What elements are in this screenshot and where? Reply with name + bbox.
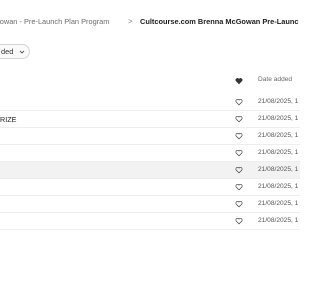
row-date-added: 21/08/2025, 1 [258, 183, 299, 190]
row-date-added: 21/08/2025, 1 [258, 217, 299, 224]
row-date-added: 21/08/2025, 1 [258, 98, 299, 105]
table-row[interactable]: 21/08/2025, 1 [0, 128, 300, 145]
table-row[interactable]: 21/08/2025, 1 [0, 162, 300, 179]
row-date-added: 21/08/2025, 1 [258, 166, 299, 173]
heart-icon[interactable] [235, 166, 243, 174]
table-row[interactable]: 21/08/2025, 1 [0, 196, 300, 213]
table-header: Date added [0, 74, 300, 90]
breadcrumb-parent-link[interactable]: Gowan - Pre-Launch Plan Program [0, 14, 109, 30]
row-date-added: 21/08/2025, 1 [258, 200, 299, 207]
row-date-added: 21/08/2025, 1 [258, 149, 299, 156]
sort-filter-dropdown[interactable]: ded [0, 44, 30, 59]
row-title: RIZE [0, 115, 17, 124]
heart-icon[interactable] [235, 132, 243, 140]
heart-icon[interactable] [235, 77, 243, 85]
table-row[interactable]: 21/08/2025, 1 [0, 213, 300, 230]
table-body: 21/08/2025, 1 RIZE 21/08/2025, 1 21/08/2025… [0, 94, 300, 230]
heart-icon[interactable] [235, 115, 243, 123]
breadcrumb-separator: > [128, 17, 133, 26]
breadcrumb: Gowan - Pre-Launch Plan Program > Cultco… [0, 14, 300, 30]
heart-icon[interactable] [235, 217, 243, 225]
row-date-added: 21/08/2025, 1 [258, 132, 299, 139]
heart-icon[interactable] [235, 149, 243, 157]
chevron-down-icon [19, 50, 25, 54]
heart-icon[interactable] [235, 200, 243, 208]
sort-filter-label: ded [1, 47, 14, 56]
heart-icon[interactable] [235, 98, 243, 106]
breadcrumb-current-page: Cultcourse.com Brenna McGowan Pre-Launc [140, 17, 299, 26]
table-row[interactable]: 21/08/2025, 1 [0, 94, 300, 111]
table-row[interactable]: 21/08/2025, 1 [0, 145, 300, 162]
date-added-column-header[interactable]: Date added [258, 76, 292, 83]
heart-icon[interactable] [235, 183, 243, 191]
row-date-added: 21/08/2025, 1 [258, 115, 299, 122]
table-row[interactable]: RIZE 21/08/2025, 1 [0, 111, 300, 128]
table-row[interactable]: 21/08/2025, 1 [0, 179, 300, 196]
